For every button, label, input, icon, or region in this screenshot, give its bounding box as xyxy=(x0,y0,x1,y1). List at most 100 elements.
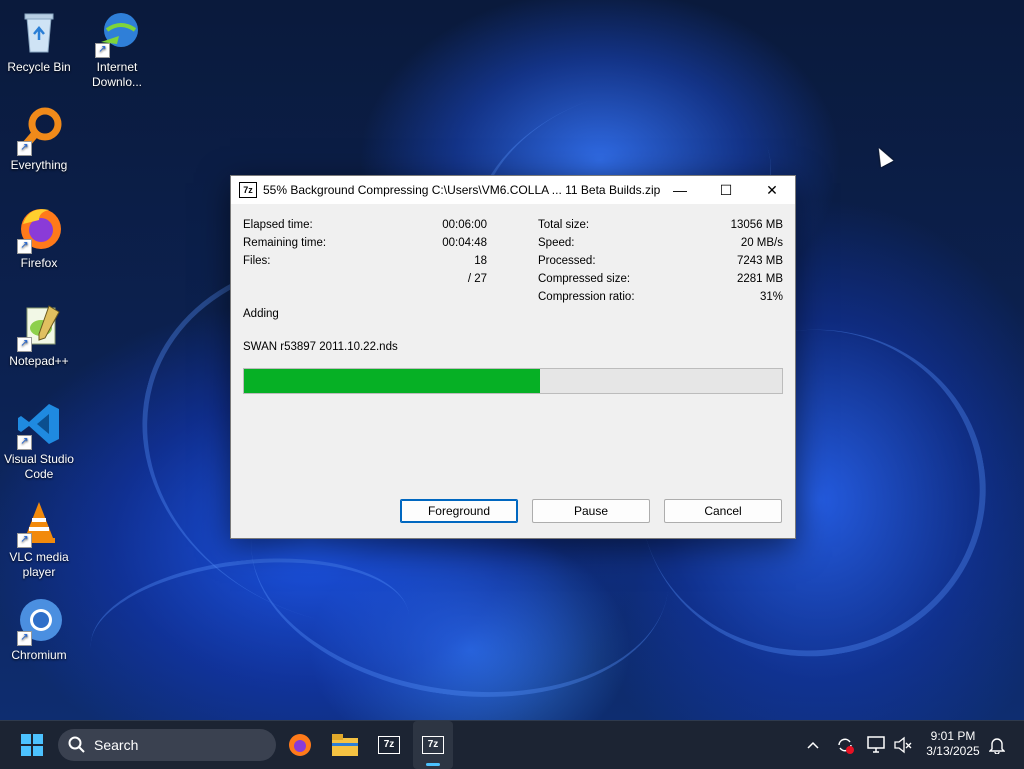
stat-row: Total size: 13056 MB xyxy=(538,216,783,234)
windows-logo-icon xyxy=(21,734,43,756)
shortcut-arrow-icon: ↗ xyxy=(17,141,32,156)
tray-update-icon-button[interactable] xyxy=(832,721,858,769)
cancel-button[interactable]: Cancel xyxy=(664,499,782,523)
status-text: Adding xyxy=(243,308,279,320)
stat-value: 13056 MB xyxy=(730,219,783,231)
stat-value: 00:06:00 xyxy=(442,219,487,231)
shortcut-arrow-icon: ↗ xyxy=(17,533,32,548)
show-hidden-icons-button[interactable] xyxy=(801,721,825,769)
desktop-icon-notepad-plus-plus[interactable]: ↗ Notepad++ xyxy=(0,302,78,369)
desktop-icon-chromium[interactable]: ↗ Chromium xyxy=(0,596,78,663)
file-explorer-icon xyxy=(332,734,358,756)
desktop-icon-recycle-bin[interactable]: Recycle Bin xyxy=(0,8,78,75)
progress-bar-fill xyxy=(244,369,540,393)
clock-date: 3/13/2025 xyxy=(926,744,980,758)
time-stats: Elapsed time: 00:06:00 Remaining time: 00:… xyxy=(243,216,487,288)
compression-progress-dialog: 7z 55% Background Compressing C:\Users\V… xyxy=(230,175,796,539)
taskbar-7zip-window-active[interactable]: 7z xyxy=(413,721,453,769)
stat-value: 00:04:48 xyxy=(442,237,487,249)
pause-button[interactable]: Pause xyxy=(532,499,650,523)
volume-icon-button[interactable] xyxy=(890,721,916,769)
desktop-icon-vlc[interactable]: ↗ VLC media player xyxy=(0,498,78,580)
stat-row: Remaining time: 00:04:48 xyxy=(243,234,487,252)
progress-bar xyxy=(243,368,783,394)
shortcut-arrow-icon: ↗ xyxy=(95,43,110,58)
desktop-icon-label: Firefox xyxy=(20,256,58,270)
notepad-plus-plus-icon: ↗ xyxy=(15,302,63,352)
desktop-icon-label: VLC media player xyxy=(9,550,69,579)
desktop-icon-label: Recycle Bin xyxy=(7,60,71,74)
close-button[interactable]: ✕ xyxy=(749,176,795,204)
desktop-icon-label: Internet Downlo... xyxy=(91,60,143,89)
taskbar-7zip-window[interactable]: 7z xyxy=(369,721,409,769)
desktop-icon-visual-studio-code[interactable]: ↗ Visual Studio Code xyxy=(0,400,78,482)
stat-value: 2281 MB xyxy=(736,273,783,285)
dialog-title: 55% Background Compressing C:\Users\VM6.… xyxy=(263,183,661,197)
stat-value: 20 MB/s xyxy=(740,237,783,249)
7zip-icon: 7z xyxy=(422,736,444,754)
recycle-bin-icon xyxy=(15,8,63,56)
shortcut-arrow-icon: ↗ xyxy=(17,435,32,450)
minimize-icon: — xyxy=(673,182,687,198)
search-placeholder: Search xyxy=(94,737,139,753)
stat-label: Speed: xyxy=(538,237,575,249)
vscode-icon: ↗ xyxy=(15,400,63,450)
dialog-titlebar[interactable]: 7z 55% Background Compressing C:\Users\V… xyxy=(231,176,795,204)
system-clock[interactable]: 9:01 PM 3/13/2025 xyxy=(920,729,986,759)
maximize-button[interactable]: ☐ xyxy=(703,176,749,204)
minimize-button[interactable]: — xyxy=(657,176,703,204)
stat-row: Processed: 7243 MB xyxy=(538,252,783,270)
stat-label: Files: xyxy=(243,255,271,267)
stat-row: Files: 18 xyxy=(243,252,487,270)
maximize-icon: ☐ xyxy=(719,181,733,198)
taskbar-file-explorer[interactable] xyxy=(325,721,365,769)
notifications-button[interactable] xyxy=(986,721,1008,769)
close-icon: ✕ xyxy=(766,181,778,198)
stat-value: 18 xyxy=(474,255,487,267)
foreground-button[interactable]: Foreground xyxy=(400,499,518,523)
desktop-icon-label: Visual Studio Code xyxy=(4,452,74,481)
stat-label: Elapsed time: xyxy=(243,219,313,231)
desktop-icon-internet-download-manager[interactable]: ↗ Internet Downlo... xyxy=(78,8,156,90)
sync-icon xyxy=(838,738,854,754)
desktop-icon-firefox[interactable]: ↗ Firefox xyxy=(0,204,78,271)
internet-download-manager-icon: ↗ xyxy=(93,8,141,58)
desktop-icon-label: Everything xyxy=(10,158,68,172)
network-icon-button[interactable] xyxy=(864,721,890,769)
stat-value: / 27 xyxy=(467,273,487,285)
stat-row: Elapsed time: 00:06:00 xyxy=(243,216,487,234)
stat-row: Compressed size: 2281 MB xyxy=(538,270,783,288)
clock-time: 9:01 PM xyxy=(930,729,976,743)
shortcut-arrow-icon: ↗ xyxy=(17,239,32,254)
everything-search-icon: ↗ xyxy=(15,106,63,156)
network-icon xyxy=(867,736,885,753)
current-file-name: SWAN r53897 2011.10.22.nds xyxy=(243,341,398,353)
7zip-icon: 7z xyxy=(378,736,400,754)
taskbar: Search 7z 7z 9:01 PM 3/13/2025 xyxy=(0,720,1024,769)
shortcut-arrow-icon: ↗ xyxy=(17,631,32,646)
firefox-icon xyxy=(289,734,311,756)
stat-label: Compressed size: xyxy=(538,273,631,285)
volume-muted-icon xyxy=(894,736,912,754)
stat-label: Processed: xyxy=(538,255,596,267)
chromium-icon: ↗ xyxy=(15,596,63,646)
firefox-icon: ↗ xyxy=(15,204,63,254)
search-icon xyxy=(68,736,85,753)
bell-icon xyxy=(989,738,1005,754)
stat-label: Remaining time: xyxy=(243,237,327,249)
stat-value: 31% xyxy=(759,291,783,303)
stat-row: Speed: 20 MB/s xyxy=(538,234,783,252)
start-button[interactable] xyxy=(12,721,52,769)
7zip-icon: 7z xyxy=(239,182,257,198)
desktop-icon-label: Notepad++ xyxy=(9,354,69,368)
taskbar-firefox[interactable] xyxy=(280,721,320,769)
desktop-icon-everything[interactable]: ↗ Everything xyxy=(0,106,78,173)
active-window-indicator xyxy=(426,763,440,766)
taskbar-search-box[interactable]: Search xyxy=(58,729,276,761)
desktop-icon-label: Chromium xyxy=(11,648,67,662)
shortcut-arrow-icon: ↗ xyxy=(17,337,32,352)
stat-row: / 27 xyxy=(243,270,487,288)
stat-value: 7243 MB xyxy=(736,255,783,267)
chevron-up-icon xyxy=(807,741,819,749)
stat-label: Total size: xyxy=(538,219,590,231)
